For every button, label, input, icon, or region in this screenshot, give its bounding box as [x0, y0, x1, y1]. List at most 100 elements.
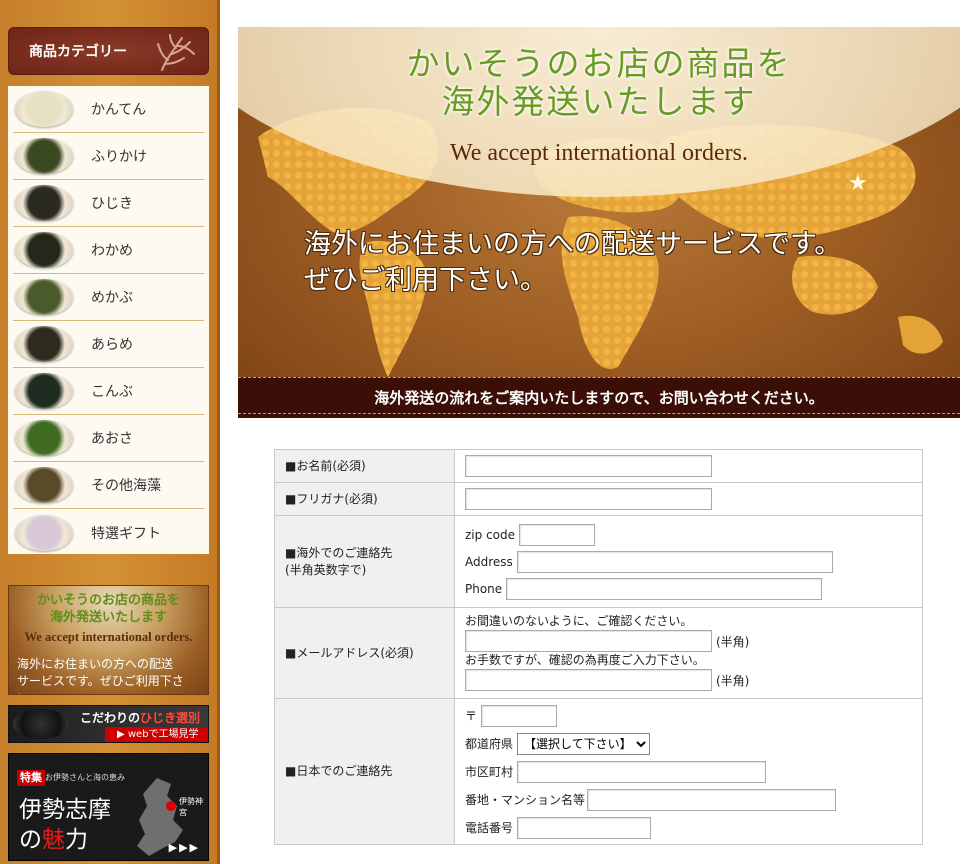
hijiki-photo [13, 709, 69, 739]
phone-label: Phone [465, 581, 503, 596]
hijiki-banner-title-prefix: こだわりの [79, 711, 140, 725]
hero-title-line1: かいそうのお店の商品を [406, 44, 792, 83]
hero-description-line1: 海外にお住まいの方への配送サービスです。 [304, 229, 842, 260]
category-label: めかぶ [91, 290, 133, 306]
overseas-contact-label-line1: ■海外でのご連絡先 [285, 545, 393, 560]
category-item[interactable]: 特選ギフト [13, 509, 204, 556]
street-address-input[interactable] [587, 788, 837, 811]
form-row-overseas-contact: ■海外でのご連絡先 (半角英数字で) zip code Address Phon… [274, 515, 923, 608]
hero-title: かいそうのお店の商品を 海外発送いたします [238, 45, 960, 121]
overseas-contact-label: ■海外でのご連絡先 (半角英数字で) [274, 515, 455, 608]
zip-code-input[interactable] [519, 523, 596, 546]
category-item[interactable]: あらめ [13, 321, 204, 368]
hero-description-line2: ぜひご利用下さい。 [304, 265, 547, 296]
japan-star-icon: ★ [848, 171, 868, 196]
phone-input[interactable] [506, 577, 823, 600]
category-item[interactable]: その他海藻 [13, 462, 204, 509]
sidebar-divider [217, 0, 220, 864]
konbu-thumbnail [15, 373, 73, 409]
category-item[interactable]: こんぶ [13, 368, 204, 415]
telephone-input[interactable] [517, 816, 652, 839]
prefecture-select[interactable]: 【選択して下さい】 [517, 732, 651, 755]
kanten-thumbnail [15, 91, 73, 127]
ise-banner-title: 伊勢志摩 [19, 797, 111, 823]
email-note-2: お手数ですが、確認の為再度ご入力下さい。 [465, 653, 705, 667]
ise-banner-subtitle: お伊勢さんと海の恵み [45, 773, 125, 782]
category-label: ふりかけ [91, 149, 147, 165]
category-list: かんてんふりかけひじきわかめめかぶあらめこんぶあおさその他海藻特選ギフト [8, 86, 209, 554]
mekabu-thumbnail [15, 279, 73, 315]
overseas-contact-label-line2: (半角英数字で) [285, 562, 367, 577]
category-item[interactable]: ひじき [13, 180, 204, 227]
name-input[interactable] [465, 455, 712, 477]
other-seaweed-thumbnail [15, 467, 73, 503]
ship-banner-desc-line1: 海外にお住まいの方への配送 [17, 657, 174, 671]
furigana-input[interactable] [465, 488, 712, 510]
form-row-japan-contact: ■日本でのご連絡先 〒 都道府県 【選択して下さい】 市区町村 番地・マンション… [274, 698, 923, 845]
hijiki-banner-title-highlight: ひじき選別 [139, 711, 200, 725]
category-label: 特選ギフト [91, 525, 161, 542]
category-label: あおさ [91, 431, 133, 447]
international-shipping-banner[interactable]: かいそうのお店の商品を 海外発送いたします We accept internat… [8, 585, 209, 695]
category-label: あらめ [91, 337, 133, 353]
seaweed-icon [157, 34, 195, 71]
city-label: 市区町村 [465, 765, 514, 779]
feature-tag: 特集 [17, 770, 45, 786]
email-input[interactable] [465, 630, 712, 652]
ise-shima-feature-banner[interactable]: 特集 お伊勢さんと海の恵み 伊勢志摩 の魅力 伊勢神宮 ▶▶▶ [8, 753, 209, 861]
name-label: ■お名前(必須) [274, 449, 455, 483]
ship-banner-desc-line2: サービスです。ぜひご利用下さい。 [17, 674, 184, 694]
japan-contact-label: ■日本でのご連絡先 [274, 698, 455, 845]
hero-title-line2: 海外発送いたします [441, 82, 757, 121]
street-address-label: 番地・マンション名等 [465, 793, 586, 807]
ship-banner-title-line1: かいそうのお店の商品を [36, 593, 180, 608]
form-row-furigana: ■フリガナ(必須) [274, 482, 923, 516]
category-item[interactable]: かんてん [13, 86, 204, 133]
hijiki-banner-title: こだわりのひじき選別 [80, 709, 200, 726]
ise-banner-title-line2: の魅力 [19, 820, 88, 854]
ship-banner-description: 海外にお住まいの方への配送 サービスです。ぜひご利用下さい。 [17, 656, 207, 694]
category-label: わかめ [91, 243, 133, 259]
postal-code-input[interactable] [481, 704, 558, 727]
city-input[interactable] [517, 760, 767, 783]
form-row-name: ■お名前(必須) [274, 449, 923, 483]
email-confirm-input[interactable] [465, 669, 712, 691]
gift-thumbnail [15, 514, 73, 551]
category-item[interactable]: わかめ [13, 227, 204, 274]
hijiki-selection-banner[interactable]: こだわりのひじき選別 ▶ webで工場見学 [8, 705, 209, 743]
telephone-label: 電話番号 [465, 821, 514, 835]
category-label: かんてん [91, 102, 147, 118]
aosa-thumbnail [15, 420, 73, 456]
ship-banner-title-line2: 海外発送いたします [49, 610, 167, 625]
ise-title-no: の [19, 827, 42, 853]
category-item[interactable]: あおさ [13, 415, 204, 462]
prefecture-label: 都道府県 [465, 737, 514, 751]
address-input[interactable] [516, 550, 833, 573]
category-item[interactable]: ふりかけ [13, 133, 204, 180]
category-label: ひじき [91, 196, 133, 212]
hero-english-text: We accept international orders. [450, 140, 748, 166]
email-note-1: お間違いのないように、ご確認ください。 [465, 614, 693, 628]
postal-mark: 〒 [465, 709, 478, 723]
ship-banner-title: かいそうのお店の商品を 海外発送いたします [9, 592, 208, 626]
hijiki-thumbnail [15, 185, 73, 221]
address-label: Address [465, 554, 513, 569]
sidebar: 商品カテゴリー かんてんふりかけひじきわかめめかぶあらめこんぶあおさその他海藻特… [0, 0, 220, 864]
category-header-title: 商品カテゴリー [29, 44, 127, 60]
category-item[interactable]: めかぶ [13, 274, 204, 321]
email-confirm-halfwidth-note: (半角) [716, 673, 750, 688]
zip-code-label: zip code [465, 527, 516, 542]
form-row-email: ■メールアドレス(必須) お間違いのないように、ご確認ください。 (半角) お手… [274, 607, 923, 699]
international-shipping-hero: かいそうのお店の商品を 海外発送いたします We accept internat… [238, 27, 960, 418]
ship-banner-english: We accept international orders. [24, 630, 193, 644]
category-header: 商品カテゴリー [8, 27, 209, 75]
arame-thumbnail [15, 326, 73, 362]
wakame-thumbnail [15, 232, 73, 268]
furikake-thumbnail [15, 138, 73, 174]
category-label: こんぶ [91, 384, 133, 400]
ise-title-ryoku: 力 [65, 827, 88, 853]
email-halfwidth-note: (半角) [716, 634, 750, 649]
ise-title-mi: 魅 [42, 827, 65, 853]
email-label: ■メールアドレス(必須) [274, 607, 455, 699]
inquiry-strip: 海外発送の流れをご案内いたしますので、お問い合わせください。 [238, 377, 960, 418]
